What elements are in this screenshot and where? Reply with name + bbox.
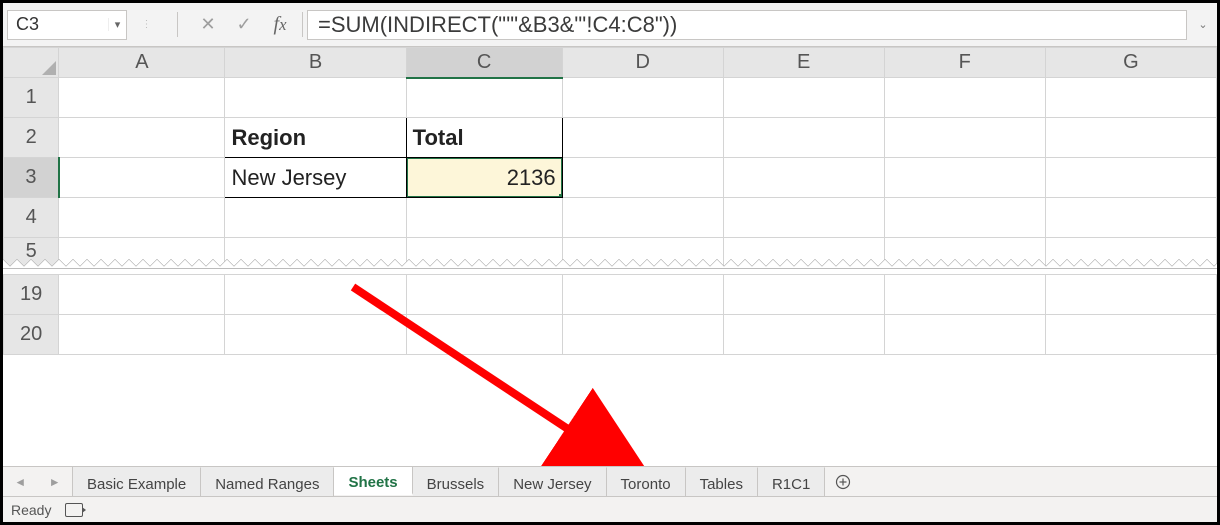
sheet-tab-toronto[interactable]: Toronto	[607, 467, 686, 496]
cell-D3[interactable]	[562, 158, 723, 198]
cell-G19[interactable]	[1045, 274, 1216, 314]
cell-G2[interactable]	[1045, 118, 1216, 158]
cell-D2[interactable]	[562, 118, 723, 158]
cell-C4[interactable]	[406, 198, 562, 238]
cell-G3[interactable]	[1045, 158, 1216, 198]
row-header-2[interactable]: 2	[4, 118, 59, 158]
cell-A2[interactable]	[59, 118, 225, 158]
cell-A4[interactable]	[59, 198, 225, 238]
cell-C20[interactable]	[406, 314, 562, 354]
name-box-dropdown-icon[interactable]: ▾	[108, 18, 126, 31]
add-sheet-button[interactable]	[825, 467, 861, 496]
rows-truncated-divider	[3, 254, 1217, 274]
formula-input[interactable]: =SUM(INDIRECT("'"&B3&"'!C4:C8"))	[307, 10, 1187, 40]
cell-C19[interactable]	[406, 274, 562, 314]
cell-E1[interactable]	[723, 78, 884, 118]
insert-function-button[interactable]: fx	[262, 10, 298, 40]
name-box[interactable]: C3 ▾	[7, 10, 127, 40]
col-header-E[interactable]: E	[723, 48, 884, 78]
cell-B19[interactable]	[225, 274, 406, 314]
row-header-1[interactable]: 1	[4, 78, 59, 118]
enter-formula-button[interactable]: ✓	[226, 10, 262, 40]
cell-E4[interactable]	[723, 198, 884, 238]
sheet-tab-label: New Jersey	[513, 476, 591, 493]
sheet-tab-label: R1C1	[772, 476, 810, 493]
split-handle-icon[interactable]: ⋮	[129, 10, 165, 40]
sheet-tab-label: Named Ranges	[215, 476, 319, 493]
status-bar: Ready	[3, 496, 1217, 522]
sheet-tab-new-jersey[interactable]: New Jersey	[499, 467, 606, 496]
cell-F1[interactable]	[884, 78, 1045, 118]
row-header-4[interactable]: 4	[4, 198, 59, 238]
cell-F19[interactable]	[884, 274, 1045, 314]
row-header-19[interactable]: 19	[4, 274, 59, 314]
sheet-tab-label: Sheets	[348, 474, 397, 491]
macro-record-icon[interactable]	[65, 503, 83, 517]
sheet-tab-basic-example[interactable]: Basic Example	[73, 467, 201, 496]
sheet-tab-named-ranges[interactable]: Named Ranges	[201, 467, 334, 496]
tab-nav-prev-icon[interactable]: ◄	[14, 475, 26, 489]
cell-A19[interactable]	[59, 274, 225, 314]
cell-G1[interactable]	[1045, 78, 1216, 118]
sheet-tab-tables[interactable]: Tables	[686, 467, 758, 496]
cell-F4[interactable]	[884, 198, 1045, 238]
sheet-tab-r1c1[interactable]: R1C1	[758, 467, 825, 496]
cell-A20[interactable]	[59, 314, 225, 354]
status-state: Ready	[11, 502, 51, 518]
cell-B1[interactable]	[225, 78, 406, 118]
cell-E3[interactable]	[723, 158, 884, 198]
plus-circle-icon	[835, 474, 851, 490]
cell-B3[interactable]: New Jersey	[225, 158, 406, 198]
cell-F2[interactable]	[884, 118, 1045, 158]
sheet-tab-label: Brussels	[427, 476, 485, 493]
name-box-value: C3	[8, 14, 108, 35]
sheet-tab-label: Toronto	[621, 476, 671, 493]
cell-A3[interactable]	[59, 158, 225, 198]
spreadsheet-grid[interactable]: A B C D E F G 1 2 Region Total 3 New Jer…	[3, 47, 1217, 355]
cancel-formula-button[interactable]: ✕	[190, 10, 226, 40]
row-header-20[interactable]: 20	[4, 314, 59, 354]
col-header-A[interactable]: A	[59, 48, 225, 78]
cell-D19[interactable]	[562, 274, 723, 314]
cell-A1[interactable]	[59, 78, 225, 118]
sheet-tab-strip: ◄ ► Basic Example Named Ranges Sheets Br…	[3, 466, 1217, 496]
col-header-D[interactable]: D	[562, 48, 723, 78]
cell-E20[interactable]	[723, 314, 884, 354]
tab-nav-buttons[interactable]: ◄ ►	[3, 467, 73, 496]
cell-G4[interactable]	[1045, 198, 1216, 238]
cell-G20[interactable]	[1045, 314, 1216, 354]
sheet-tab-brussels[interactable]: Brussels	[413, 467, 500, 496]
row-header-3[interactable]: 3	[4, 158, 59, 198]
col-header-C[interactable]: C	[406, 48, 562, 78]
cell-B20[interactable]	[225, 314, 406, 354]
formula-text: =SUM(INDIRECT("'"&B3&"'!C4:C8"))	[318, 12, 677, 38]
cell-D20[interactable]	[562, 314, 723, 354]
cell-E2[interactable]	[723, 118, 884, 158]
sheet-tab-label: Tables	[700, 476, 743, 493]
col-header-G[interactable]: G	[1045, 48, 1216, 78]
expand-formula-bar-icon[interactable]: ⌄	[1193, 18, 1213, 31]
tab-nav-next-icon[interactable]: ►	[49, 475, 61, 489]
cell-F3[interactable]	[884, 158, 1045, 198]
cell-F20[interactable]	[884, 314, 1045, 354]
cell-D4[interactable]	[562, 198, 723, 238]
cell-B4[interactable]	[225, 198, 406, 238]
formula-bar: C3 ▾ ⋮ ✕ ✓ fx =SUM(INDIRECT("'"&B3&"'!C4…	[3, 3, 1217, 47]
cell-C3[interactable]: 2136	[406, 158, 562, 198]
sheet-tab-label: Basic Example	[87, 476, 186, 493]
cell-C2[interactable]: Total	[406, 118, 562, 158]
col-header-B[interactable]: B	[225, 48, 406, 78]
sheet-tab-sheets[interactable]: Sheets	[334, 466, 412, 495]
cell-E19[interactable]	[723, 274, 884, 314]
col-header-F[interactable]: F	[884, 48, 1045, 78]
cell-D1[interactable]	[562, 78, 723, 118]
select-all-corner[interactable]	[4, 48, 59, 78]
cell-B2[interactable]: Region	[225, 118, 406, 158]
cell-C1[interactable]	[406, 78, 562, 118]
